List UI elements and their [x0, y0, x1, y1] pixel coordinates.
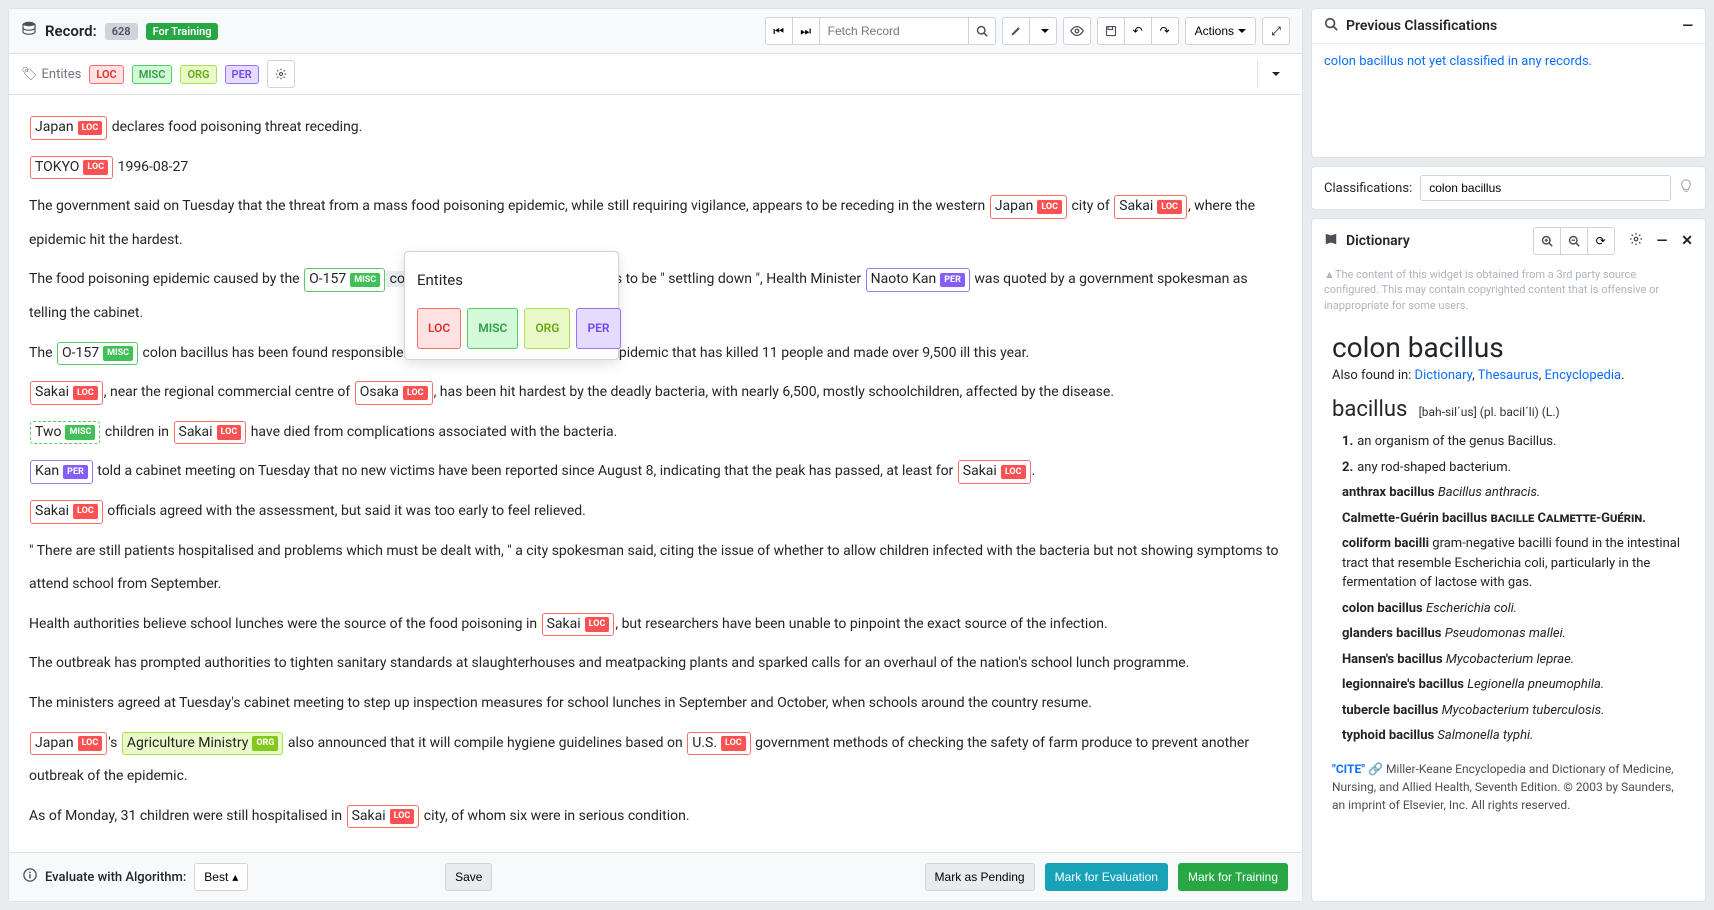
actions-dropdown-button[interactable]: Actions [1185, 17, 1256, 45]
minimize-icon[interactable]: — [1657, 233, 1668, 249]
entity-span[interactable]: SakaiLOC [30, 381, 103, 405]
save-icon-button[interactable] [1097, 17, 1125, 45]
mark-evaluation-button[interactable]: Mark for Evaluation [1045, 863, 1168, 891]
expand-button[interactable]: ⤢ [1262, 17, 1290, 45]
link-dictionary[interactable]: Dictionary [1415, 368, 1473, 383]
tag-icon: 🏷 [21, 67, 38, 82]
popover-loc[interactable]: LOC [417, 308, 461, 349]
entity-span[interactable]: TwoMISC [30, 421, 100, 445]
refresh-button[interactable]: ⟳ [1587, 227, 1615, 255]
algorithm-dropdown[interactable]: Best ▴ [194, 863, 248, 891]
history-group: ↶ ↷ [1097, 17, 1179, 45]
popover-per[interactable]: PER [576, 308, 620, 349]
eval-label: Evaluate with Algorithm: [45, 870, 186, 885]
save-button[interactable]: Save [445, 863, 492, 891]
brush-button[interactable] [1002, 17, 1030, 45]
entity-filter-misc[interactable]: MISC [132, 65, 173, 84]
prev-record-button[interactable]: ⏮ [765, 17, 793, 45]
popover-title: Entites [417, 262, 606, 298]
mark-pending-button[interactable]: Mark as Pending [925, 863, 1035, 891]
entities-dropdown-toggle[interactable] [1257, 61, 1290, 88]
entity-span[interactable]: SakaiLOC [30, 500, 103, 524]
prev-class-message[interactable]: colon bacillus not yet classified in any… [1324, 54, 1592, 69]
next-record-button[interactable]: ⏭ [792, 17, 820, 45]
dict-found-in: Also found in: Dictionary, Thesaurus, En… [1332, 368, 1685, 383]
main-panel: Record: 628 For Training ⏮ ⏭ [8, 8, 1303, 902]
highlight-group [1002, 17, 1057, 45]
gear-icon[interactable] [1629, 232, 1643, 250]
entity-settings-button[interactable] [267, 60, 295, 88]
dict-citation: "CITE" 🔗 Miller-Keane Encyclopedia and D… [1332, 752, 1685, 822]
link-thesaurus[interactable]: Thesaurus [1478, 368, 1539, 383]
link-encyclopedia[interactable]: Encyclopedia [1545, 368, 1622, 383]
dict-warning: ▲The content of this widget is obtained … [1312, 263, 1705, 323]
database-icon [21, 21, 37, 41]
entity-span[interactable]: OsakaLOC [355, 381, 433, 405]
dict-content: colon bacillus Also found in: Dictionary… [1312, 323, 1705, 838]
preview-button[interactable] [1063, 17, 1091, 45]
entity-span[interactable]: U.S.LOC [687, 732, 750, 756]
brush-dropdown-button[interactable] [1029, 17, 1057, 45]
entity-span[interactable]: O-157MISC [304, 268, 385, 292]
book-icon [1324, 232, 1338, 250]
dict-definitions: 1.an organism of the genus Bacillus. 2.a… [1332, 432, 1685, 746]
dict-headword: bacillus [1332, 397, 1407, 422]
zoom-out-button[interactable] [1560, 227, 1588, 255]
fetch-record-input[interactable] [819, 17, 969, 45]
mark-training-button[interactable]: Mark for Training [1178, 863, 1288, 891]
entity-span[interactable]: O-157MISC [57, 342, 138, 366]
entity-span[interactable]: SakaiLOC [347, 805, 420, 829]
close-icon[interactable]: ✕ [1681, 233, 1693, 249]
entity-span[interactable]: SakaiLOC [1114, 195, 1187, 219]
link-icon: 🔗 [1368, 762, 1383, 776]
entity-span[interactable]: JapanLOC [990, 195, 1067, 219]
zoom-in-button[interactable] [1533, 227, 1561, 255]
entity-filter-per[interactable]: PER [225, 65, 259, 84]
redo-button[interactable]: ↷ [1151, 17, 1179, 45]
record-status-badge: For Training [146, 23, 219, 40]
entity-span[interactable]: SakaiLOC [542, 613, 615, 637]
entity-span[interactable]: SakaiLOC [958, 460, 1031, 484]
entity-span[interactable]: TOKYOLOC [30, 156, 113, 180]
record-label: Record: [45, 22, 97, 40]
entity-filter-org[interactable]: ORG [180, 65, 216, 84]
info-icon [23, 868, 37, 886]
record-id-badge: 628 [105, 23, 138, 40]
previous-classifications-panel: Previous Classifications — colon bacillu… [1311, 8, 1706, 158]
panel-title: Previous Classifications [1346, 18, 1497, 34]
entity-filter-loc[interactable]: LOC [89, 65, 123, 84]
document-body[interactable]: Entites LOC MISC ORG PER JapanLOC declar… [9, 95, 1302, 852]
dictionary-panel: Dictionary ⟳ — ✕ ▲The cont [1311, 218, 1706, 902]
record-header: Record: 628 For Training ⏮ ⏭ [9, 9, 1302, 54]
warning-icon: ▲ [1324, 268, 1335, 281]
popover-misc[interactable]: MISC [467, 308, 518, 349]
entity-span[interactable]: Naoto KanPER [866, 268, 970, 292]
classifications-input[interactable] [1420, 175, 1671, 201]
entity-span[interactable]: JapanLOC [30, 732, 107, 756]
entity-popover: Entites LOC MISC ORG PER [404, 251, 619, 360]
classifications-label: Classifications: [1324, 181, 1412, 196]
minimize-icon[interactable]: — [1682, 18, 1693, 34]
cite-label[interactable]: "CITE" [1332, 762, 1365, 776]
entity-span[interactable]: KanPER [30, 460, 93, 484]
dict-term: colon bacillus [1332, 331, 1685, 364]
fetch-search-button[interactable] [968, 17, 996, 45]
nav-fetch-group: ⏮ ⏭ [765, 17, 996, 45]
entity-span[interactable]: SakaiLOC [174, 421, 247, 445]
entities-label: 🏷 Entites [21, 67, 81, 82]
lightbulb-icon[interactable] [1679, 179, 1693, 197]
search-icon [1324, 17, 1338, 35]
footer-bar: Evaluate with Algorithm: Best ▴ Save Mar… [9, 852, 1302, 901]
dict-pronunciation: [bah-sil´us] (pl. bacil´li) (L.) [1419, 405, 1560, 419]
undo-button[interactable]: ↶ [1124, 17, 1152, 45]
entity-span[interactable]: Agriculture MinistryORG [122, 732, 284, 756]
dict-title: Dictionary [1346, 233, 1410, 249]
entities-bar: 🏷 Entites LOC MISC ORG PER [9, 54, 1302, 95]
classifications-input-panel: Classifications: [1311, 166, 1706, 210]
entity-span[interactable]: JapanLOC [30, 116, 107, 140]
popover-org[interactable]: ORG [524, 308, 570, 349]
